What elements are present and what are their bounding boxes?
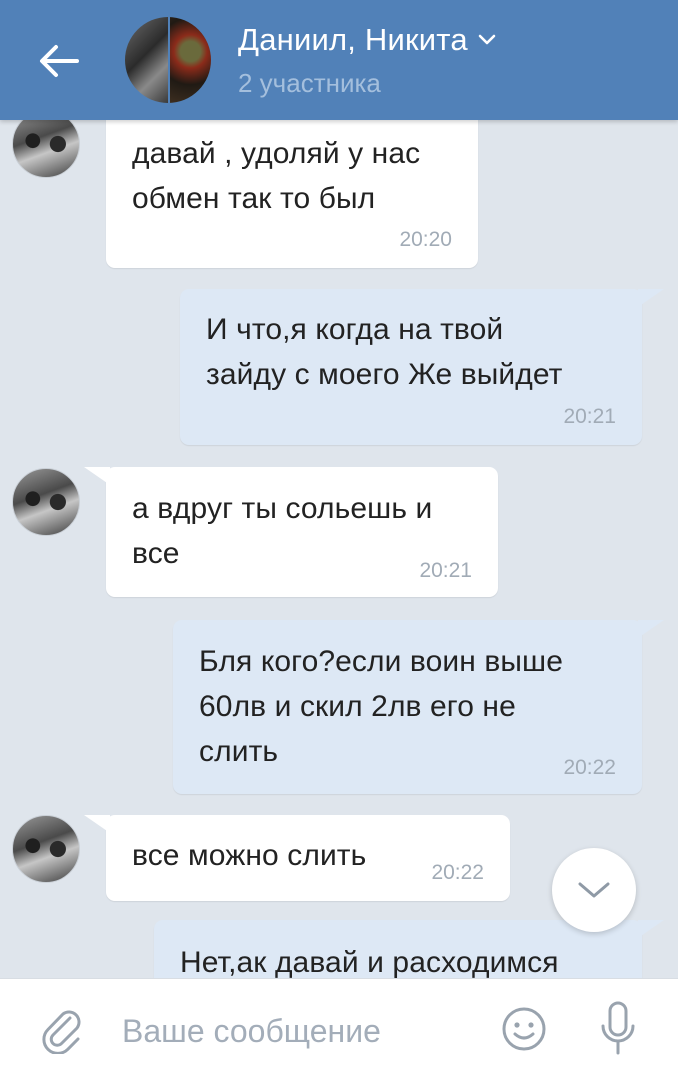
sender-avatar[interactable] [12,468,80,536]
back-button[interactable] [30,38,88,84]
chat-header: Даниил, Никита 2 участника [0,0,678,120]
voice-message-button[interactable] [590,997,646,1061]
message-input[interactable] [122,1007,472,1055]
message-bubble-incoming[interactable]: все можно слить 20:22 [84,815,510,901]
smiley-icon [502,1007,546,1051]
message-text: Бля кого?если воин выше 60лв и скил 2лв … [199,645,564,768]
message-text: Нет,ак давай и расходимся [180,946,559,978]
microphone-icon [601,1001,635,1055]
paperclip-icon [42,1010,81,1054]
sender-avatar[interactable] [12,815,80,883]
scroll-down-button[interactable] [552,848,636,932]
chevron-down-icon [578,882,610,898]
chat-avatar[interactable] [125,17,211,103]
message-composer [0,978,678,1080]
message-bubble-incoming[interactable]: а вдруг ты сольешь и все 20:21 [84,467,498,597]
arrow-left-icon [40,45,79,77]
attach-button[interactable] [32,999,92,1059]
participant-avatar-daniil [125,17,168,103]
message-time: 20:20 [399,228,452,251]
message-feed[interactable]: давай , удоляй у нас обмен так то был 20… [0,120,678,978]
message-time: 20:22 [431,861,484,884]
message-bubble-outgoing[interactable]: Нет,ак давай и расходимся [154,920,664,978]
message-bubble-outgoing[interactable]: И что,я когда на твой зайду с моего Же в… [180,289,664,445]
sender-avatar[interactable] [12,120,80,178]
chat-title: Даниил, Никита [238,22,496,58]
message-time: 20:22 [563,756,616,779]
participant-avatar-nikita [168,17,211,103]
emoji-button[interactable] [496,1001,552,1057]
message-text: все можно слить [132,839,367,872]
chevron-down-icon [478,34,496,45]
message-bubble-outgoing[interactable]: Бля кого?если воин выше 60лв и скил 2лв … [173,620,664,794]
chat-subtitle: 2 участника [238,68,381,98]
message-text: а вдруг ты сольешь и все [132,492,433,570]
message-bubble-incoming[interactable]: давай , удоляй у нас обмен так то был 20… [84,120,478,268]
message-time: 20:21 [563,405,616,428]
message-text: И что,я когда на твой зайду с моего Же в… [206,313,563,391]
chat-title-area[interactable]: Даниил, Никита 2 участника [238,22,496,99]
chat-title-text: Даниил, Никита [238,22,468,57]
message-time: 20:21 [419,559,472,582]
message-text: давай , удоляй у нас обмен так то был [132,137,421,215]
